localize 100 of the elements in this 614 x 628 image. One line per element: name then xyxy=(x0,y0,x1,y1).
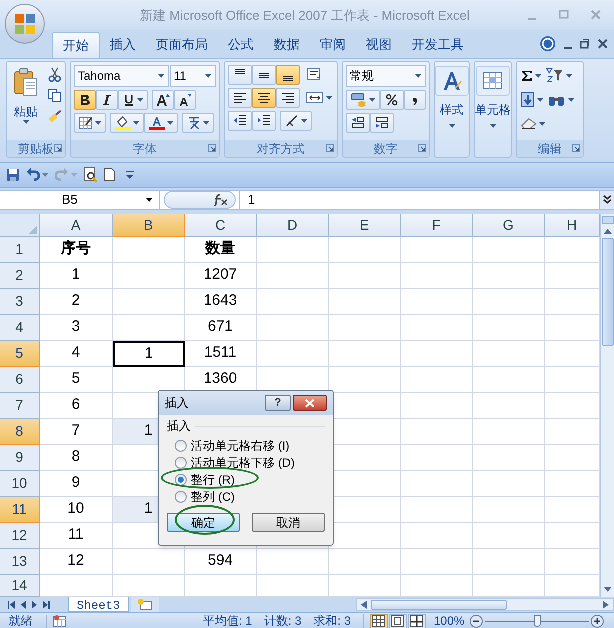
undo-icon xyxy=(26,168,40,182)
radio-button[interactable] xyxy=(175,474,187,486)
ribbon-tab[interactable]: 插入 xyxy=(100,32,146,58)
ribbon-tab[interactable]: 视图 xyxy=(356,32,402,58)
row-header[interactable]: 4 xyxy=(0,315,40,341)
caret-icon xyxy=(42,173,49,177)
decrease-indent-button[interactable] xyxy=(228,111,252,131)
row-header[interactable]: 7 xyxy=(0,393,40,419)
ribbon-tab[interactable]: 开发工具 xyxy=(402,32,474,58)
scroll-thumb[interactable] xyxy=(602,238,614,346)
expand-formula-button[interactable] xyxy=(599,191,614,209)
ribbon-tab[interactable]: 页面布局 xyxy=(146,32,218,58)
normal-view-icon xyxy=(372,614,386,628)
row-header[interactable]: 8 xyxy=(0,419,40,445)
bold-button[interactable] xyxy=(74,90,96,110)
print-preview-button[interactable] xyxy=(84,167,98,183)
ribbon-tab[interactable]: 数据 xyxy=(264,32,310,58)
zoom-out-button[interactable] xyxy=(470,614,483,628)
borders-button[interactable] xyxy=(74,113,106,133)
font-color-button[interactable] xyxy=(144,113,178,133)
percent-button[interactable] xyxy=(380,90,404,110)
row-header[interactable]: 11 xyxy=(0,497,40,523)
row-header[interactable]: 5 xyxy=(0,341,40,367)
undo-button[interactable] xyxy=(26,168,49,182)
help-button[interactable]: ? xyxy=(265,395,291,411)
horizontal-align-button[interactable] xyxy=(252,88,276,108)
currency-button[interactable] xyxy=(346,90,380,110)
vertical-align-button[interactable] xyxy=(228,65,252,85)
column-header[interactable]: B xyxy=(113,214,185,237)
table-cell: 数量 xyxy=(185,237,257,263)
scroll-thumb[interactable] xyxy=(371,600,507,610)
fill-color-button[interactable] xyxy=(110,113,144,133)
radio-label[interactable]: 整列 (C) xyxy=(191,488,235,506)
paste-button[interactable]: 粘贴 xyxy=(7,62,45,140)
sheet-tab[interactable]: Sheet3 xyxy=(68,597,130,612)
row-header[interactable]: 2 xyxy=(0,263,40,289)
orientation-button[interactable] xyxy=(280,111,312,131)
comma-button[interactable] xyxy=(404,90,426,110)
view-button[interactable] xyxy=(370,614,388,628)
column-header[interactable]: E xyxy=(329,214,401,237)
font-size-field[interactable]: 11 xyxy=(170,65,216,87)
dialog-launcher-icon xyxy=(326,144,334,152)
vertical-scrollbar[interactable] xyxy=(600,214,614,597)
close-button[interactable] xyxy=(293,395,327,411)
radio-label[interactable]: 整行 (R) xyxy=(191,470,235,488)
radio-button[interactable] xyxy=(175,456,187,468)
row-header[interactable]: 3 xyxy=(0,289,40,315)
zoom-level[interactable]: 100% xyxy=(434,612,470,628)
row-header[interactable]: 9 xyxy=(0,445,40,471)
vertical-align-button[interactable] xyxy=(276,65,300,85)
slider-thumb[interactable] xyxy=(534,614,541,626)
increase-indent-button[interactable] xyxy=(252,111,276,131)
column-header[interactable]: F xyxy=(401,214,473,237)
insert-function-button[interactable] xyxy=(164,191,236,209)
ok-button[interactable]: 确定 xyxy=(167,513,240,532)
maximize-icon xyxy=(559,10,569,20)
radio-button[interactable] xyxy=(175,490,187,502)
styles-button[interactable]: 样式 xyxy=(435,62,469,157)
cells-button[interactable]: 单元格 xyxy=(475,62,511,157)
phonetic-button[interactable] xyxy=(182,113,214,133)
zoom-in-button[interactable] xyxy=(591,614,604,628)
customize-toolbar-button[interactable] xyxy=(126,171,134,179)
row-header[interactable]: 12 xyxy=(0,523,40,549)
ribbon-tab[interactable]: 开始 xyxy=(52,32,100,58)
horizontal-align-button[interactable] xyxy=(276,88,300,108)
row-header[interactable]: 6 xyxy=(0,367,40,393)
cancel-button[interactable]: 取消 xyxy=(252,513,325,532)
row-header[interactable]: 10 xyxy=(0,471,40,497)
italic-button[interactable] xyxy=(96,90,118,110)
horizontal-scrollbar[interactable] xyxy=(356,598,614,611)
name-box[interactable]: B5 xyxy=(0,191,160,209)
row-header[interactable]: 14 xyxy=(0,575,40,597)
new-document-button[interactable] xyxy=(104,168,116,182)
ribbon-tab[interactable]: 审阅 xyxy=(310,32,356,58)
decrease-decimal-button[interactable] xyxy=(370,113,394,133)
save-button[interactable] xyxy=(6,168,20,182)
shrink-font-button[interactable] xyxy=(174,90,196,110)
font-name-field[interactable]: Tahoma xyxy=(74,65,169,87)
horizontal-align-button[interactable] xyxy=(228,88,252,108)
column-header[interactable]: C xyxy=(185,214,257,237)
column-header[interactable]: H xyxy=(545,214,600,237)
zoom-slider[interactable] xyxy=(485,614,589,628)
ribbon-tab[interactable]: 公式 xyxy=(218,32,264,58)
column-header[interactable]: A xyxy=(40,214,113,237)
caret-icon xyxy=(202,121,210,125)
radio-button[interactable] xyxy=(175,440,187,452)
grow-font-button[interactable] xyxy=(152,90,174,110)
vertical-align-button[interactable] xyxy=(252,65,276,85)
insert-sheet-button[interactable] xyxy=(131,597,160,612)
fill-button[interactable] xyxy=(521,90,544,110)
radio-label[interactable]: 活动单元格右移 (I) xyxy=(191,436,290,454)
number-format-field[interactable]: 常规 xyxy=(346,65,426,87)
row-header[interactable]: 1 xyxy=(0,237,40,263)
view-button[interactable] xyxy=(389,614,407,628)
column-header[interactable]: G xyxy=(473,214,545,237)
increase-decimal-button[interactable] xyxy=(346,113,370,133)
view-button[interactable] xyxy=(408,614,426,628)
row-header[interactable]: 13 xyxy=(0,549,40,575)
column-header[interactable]: D xyxy=(257,214,329,237)
underline-button[interactable] xyxy=(118,90,148,110)
